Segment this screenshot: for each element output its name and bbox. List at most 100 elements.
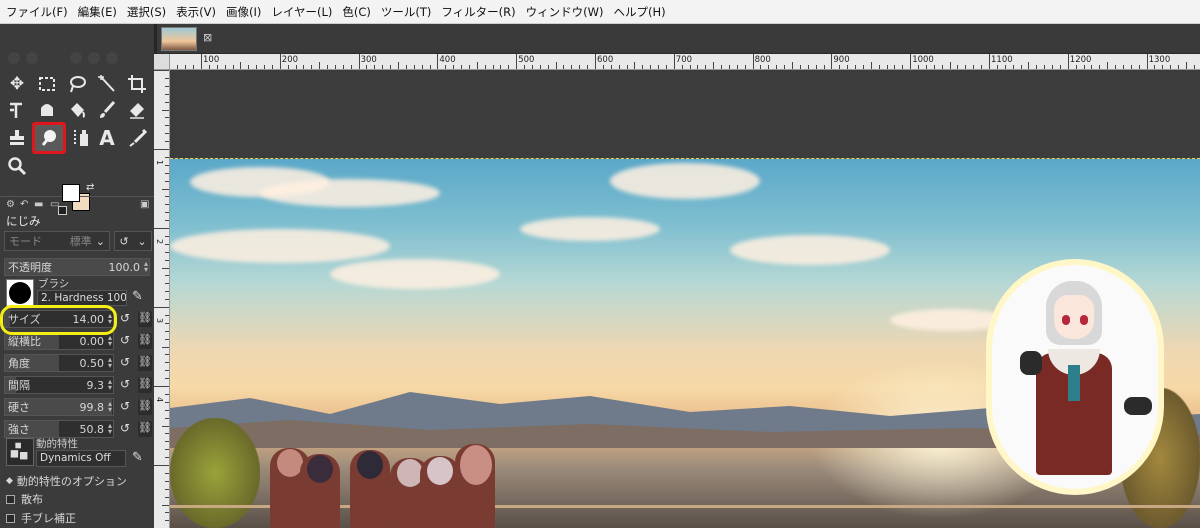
- link-icon[interactable]: ⛓: [138, 311, 152, 327]
- reset-icon[interactable]: ↺: [118, 355, 132, 371]
- menu-layer[interactable]: レイヤー(L): [271, 4, 332, 20]
- cloud: [520, 217, 660, 241]
- ruler-tick: [1162, 65, 1164, 69]
- move-tool-icon[interactable]: ✥: [4, 72, 30, 96]
- scatter-checkbox[interactable]: 散布: [6, 491, 43, 507]
- ruler-tick: [878, 65, 880, 69]
- swap-colors-icon[interactable]: ⇄: [86, 182, 94, 193]
- ruler-tick: [154, 149, 169, 150]
- mode-extra-select[interactable]: ↺ ⌄: [114, 231, 152, 251]
- dynamics-name[interactable]: Dynamics Off: [36, 450, 126, 467]
- ruler-tick: [1193, 65, 1195, 69]
- opacity-slider[interactable]: 不透明度 100.0 ▴ ▾: [4, 258, 150, 276]
- ruler-tick: [579, 65, 581, 69]
- ruler-label: 1200: [1069, 55, 1092, 65]
- menu-filters[interactable]: フィルター(R): [441, 4, 515, 20]
- ruler-tick: [165, 512, 169, 514]
- warp-transform-tool-icon[interactable]: [34, 98, 60, 122]
- mode-select[interactable]: モード 標準 ⌄: [4, 231, 110, 251]
- dynamics-options-expander[interactable]: ◆ 動的特性のオプション: [6, 473, 127, 489]
- zoom-tool-icon[interactable]: [4, 154, 30, 178]
- link-icon[interactable]: ⛓: [138, 333, 152, 349]
- ruler-tick: [1044, 65, 1046, 69]
- ruler-tick: [295, 65, 297, 69]
- smooth-stroke-checkbox[interactable]: 手ブレ補正: [6, 510, 76, 526]
- ruler-tick: [279, 54, 281, 69]
- link-icon[interactable]: ⛓: [138, 355, 152, 371]
- smudge-tool-icon[interactable]: [32, 122, 66, 154]
- brush-preview[interactable]: [6, 279, 34, 307]
- link-icon[interactable]: ⛓: [138, 377, 152, 393]
- bucket-fill-tool-icon[interactable]: [64, 98, 90, 122]
- menu-windows[interactable]: ウィンドウ(W): [526, 4, 604, 20]
- ruler-tick: [185, 65, 187, 69]
- rect-select-tool-icon[interactable]: [34, 72, 60, 96]
- undo-history-tab-icon[interactable]: ↶: [20, 199, 28, 210]
- clone-tool-icon[interactable]: [4, 126, 30, 150]
- edit-dynamics-icon[interactable]: ✎: [132, 450, 143, 465]
- fuzzy-select-tool-icon[interactable]: [94, 72, 120, 96]
- image-thumbnail-tab[interactable]: [161, 27, 197, 51]
- lasso-tool-icon[interactable]: [64, 72, 90, 96]
- ruler-tick: [776, 65, 778, 69]
- image-canvas[interactable]: [170, 158, 1200, 528]
- ruler-tick: [382, 65, 384, 69]
- spacing-slider[interactable]: 間隔 9.3 ▴ ▾: [4, 376, 114, 394]
- ruler-tick: [1004, 65, 1006, 69]
- menu-edit[interactable]: 編集(E): [78, 4, 117, 20]
- paintbrush-tool-icon[interactable]: [94, 98, 120, 122]
- cloud: [260, 179, 440, 207]
- ink-tool-icon[interactable]: [68, 126, 94, 150]
- reset-icon[interactable]: ↺: [118, 311, 132, 327]
- ruler-tick: [862, 65, 864, 69]
- brush-name[interactable]: 2. Hardness 100: [37, 290, 127, 306]
- reset-icon[interactable]: ↺: [118, 421, 132, 437]
- ruler-label: 900: [833, 55, 850, 65]
- link-icon[interactable]: ⛓: [138, 421, 152, 437]
- vertical-ruler[interactable]: 1 2 3 4: [154, 70, 170, 528]
- eraser-tool-icon[interactable]: [124, 98, 150, 122]
- avatar-hand-left: [1020, 351, 1042, 375]
- ruler-tick: [177, 65, 179, 69]
- unified-transform-tool-icon[interactable]: [4, 98, 30, 122]
- menu-view[interactable]: 表示(V): [176, 4, 216, 20]
- crop-tool-icon[interactable]: [124, 72, 150, 96]
- menu-help[interactable]: ヘルプ(H): [613, 4, 665, 20]
- edit-brush-icon[interactable]: ✎: [132, 289, 143, 304]
- menu-file[interactable]: ファイル(F): [6, 4, 68, 20]
- ruler-tick: [154, 465, 169, 466]
- ruler-corner[interactable]: [154, 54, 170, 70]
- hardness-slider[interactable]: 硬さ 99.8 ▴ ▾: [4, 398, 114, 416]
- checkbox-icon: [6, 494, 15, 504]
- expander-icon: ◆: [6, 476, 13, 486]
- menu-tools[interactable]: ツール(T): [381, 4, 432, 20]
- ruler-tick: [165, 449, 169, 451]
- ruler-tick: [303, 65, 305, 69]
- ruler-label: 3: [155, 318, 164, 324]
- reset-icon[interactable]: ↺: [118, 377, 132, 393]
- dynamics-preview-icon[interactable]: [6, 438, 34, 466]
- spacing-value: 9.3: [86, 378, 105, 392]
- dock-menu-icon[interactable]: ▣: [140, 199, 149, 210]
- reset-icon[interactable]: ↺: [118, 399, 132, 415]
- hardness-label: 硬さ: [8, 401, 30, 414]
- images-tab-icon[interactable]: ▬: [34, 199, 43, 210]
- color-picker-tool-icon[interactable]: [124, 126, 150, 150]
- device-tab-icon[interactable]: ▭: [50, 199, 59, 210]
- tool-options-tab-icon[interactable]: ⚙: [6, 199, 15, 210]
- reset-icon[interactable]: ↺: [118, 333, 132, 349]
- foreground-color[interactable]: [62, 184, 80, 202]
- angle-slider[interactable]: 角度 0.50 ▴ ▾: [4, 354, 114, 372]
- ruler-tick: [165, 283, 169, 285]
- menu-image[interactable]: 画像(I): [226, 4, 261, 20]
- ruler-tick: [721, 65, 723, 69]
- ruler-label: 1100: [991, 55, 1013, 65]
- menu-select[interactable]: 選択(S): [127, 4, 166, 20]
- text-tool-icon[interactable]: A: [94, 126, 120, 150]
- link-icon[interactable]: ⛓: [138, 399, 152, 415]
- close-icon[interactable]: ⊠: [203, 31, 212, 44]
- ruler-tick: [595, 54, 596, 69]
- ruler-label: 4: [155, 397, 164, 403]
- horizontal-ruler[interactable]: 100 200 300 400 500 600 700 800 900 1000 1100 1200 1…: [170, 54, 1200, 70]
- menu-colors[interactable]: 色(C): [342, 4, 371, 20]
